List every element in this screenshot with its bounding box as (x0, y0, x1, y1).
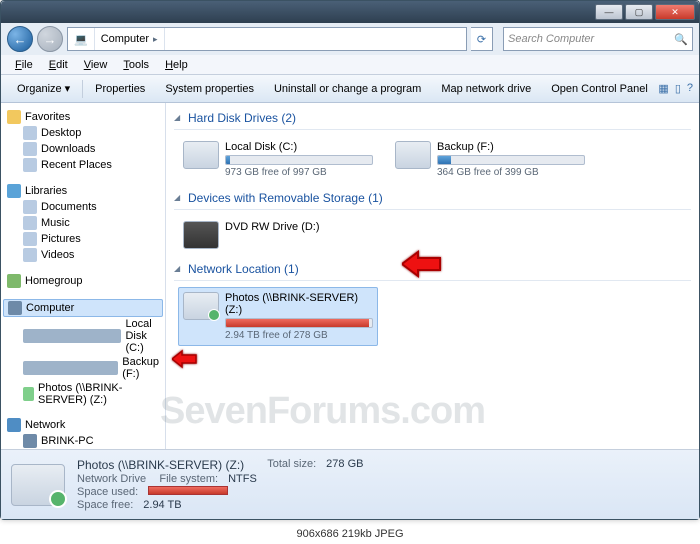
menu-edit[interactable]: Edit (41, 57, 76, 73)
music-icon (23, 216, 37, 230)
network-drive-icon (11, 464, 65, 506)
annotation-arrow (172, 349, 198, 372)
tree-pictures[interactable]: Pictures (3, 231, 163, 247)
back-button[interactable]: ← (7, 26, 33, 52)
tree-local-c[interactable]: Local Disk (C:) (3, 317, 163, 355)
pc-icon (23, 434, 37, 448)
refresh-button[interactable]: ⟳ (471, 27, 493, 51)
toolbar: Organize▾ Properties System properties U… (1, 75, 699, 103)
toolbar-system-properties[interactable]: System properties (155, 81, 264, 97)
view-mode-icon[interactable]: ▦ (658, 82, 668, 95)
space-used-bar (148, 486, 228, 495)
menu-tools[interactable]: Tools (115, 57, 157, 73)
tree-brink-pc[interactable]: BRINK-PC (3, 433, 163, 449)
nav-bar: ← → 💻 Computer ▸ ⟳ Search Computer 🔍 (1, 23, 699, 55)
toolbar-properties[interactable]: Properties (85, 81, 155, 97)
downloads-icon (23, 142, 37, 156)
recent-icon (23, 158, 37, 172)
titlebar: — ▢ ✕ (1, 1, 699, 23)
drive-icon (23, 329, 121, 343)
drive-photos-z[interactable]: Photos (\\BRINK-SERVER) (Z:) 2.94 TB fre… (178, 287, 378, 346)
computer-icon: 💻 (74, 33, 88, 46)
search-input[interactable]: Search Computer 🔍 (503, 27, 693, 51)
breadcrumb[interactable]: Computer (101, 33, 149, 45)
computer-group[interactable]: Computer (3, 299, 163, 317)
network-group[interactable]: Network (3, 417, 163, 433)
minimize-button[interactable]: — (595, 4, 623, 20)
help-icon[interactable]: ? (687, 82, 693, 95)
toolbar-map-drive[interactable]: Map network drive (431, 81, 541, 97)
toolbar-control-panel[interactable]: Open Control Panel (541, 81, 658, 97)
dvd-icon (183, 221, 219, 249)
nav-tree: Favorites Desktop Downloads Recent Place… (1, 103, 166, 449)
menu-bar: File Edit View Tools Help (1, 55, 699, 75)
hdd-heading[interactable]: Hard Disk Drives (2) (174, 109, 691, 130)
favorites-group[interactable]: Favorites (3, 109, 163, 125)
chevron-right-icon[interactable]: ▸ (153, 34, 158, 45)
homegroup-group[interactable]: Homegroup (3, 273, 163, 289)
preview-pane-icon[interactable]: ▯ (675, 82, 681, 95)
libraries-icon (7, 184, 21, 198)
computer-icon (8, 301, 22, 315)
annotation-arrow (402, 249, 442, 282)
drive-local-c[interactable]: Local Disk (C:) 973 GB free of 997 GB (178, 136, 378, 183)
tree-videos[interactable]: Videos (3, 247, 163, 263)
close-button[interactable]: ✕ (655, 4, 695, 20)
tree-backup-f[interactable]: Backup (F:) (3, 355, 163, 381)
organize-button[interactable]: Organize▾ (7, 80, 80, 97)
forward-button[interactable]: → (37, 26, 63, 52)
details-name: Photos (\\BRINK-SERVER) (Z:) (77, 458, 244, 472)
image-footer: 906x686 219kb JPEG (0, 524, 700, 544)
libraries-group[interactable]: Libraries (3, 183, 163, 199)
drive-dvd-d[interactable]: DVD RW Drive (D:) (178, 216, 378, 254)
search-placeholder: Search Computer (508, 33, 594, 45)
tree-recent[interactable]: Recent Places (3, 157, 163, 173)
tree-desktop[interactable]: Desktop (3, 125, 163, 141)
drive-backup-f[interactable]: Backup (F:) 364 GB free of 399 GB (390, 136, 590, 183)
tree-documents[interactable]: Documents (3, 199, 163, 215)
network-drive-icon (183, 292, 219, 320)
hdd-icon (395, 141, 431, 169)
removable-heading[interactable]: Devices with Removable Storage (1) (174, 189, 691, 210)
maximize-button[interactable]: ▢ (625, 4, 653, 20)
drive-icon (23, 361, 118, 375)
hdd-icon (183, 141, 219, 169)
videos-icon (23, 248, 37, 262)
desktop-icon (23, 126, 37, 140)
details-type: Network Drive (77, 473, 146, 485)
menu-help[interactable]: Help (157, 57, 196, 73)
menu-file[interactable]: File (7, 57, 41, 73)
homegroup-icon (7, 274, 21, 288)
star-icon (7, 110, 21, 124)
network-drive-icon (23, 387, 34, 401)
network-icon (7, 418, 21, 432)
menu-view[interactable]: View (76, 57, 116, 73)
pictures-icon (23, 232, 37, 246)
tree-music[interactable]: Music (3, 215, 163, 231)
tree-downloads[interactable]: Downloads (3, 141, 163, 157)
tree-photos-z[interactable]: Photos (\\BRINK-SERVER) (Z:) (3, 381, 163, 407)
details-pane: Photos (\\BRINK-SERVER) (Z:) Total size:… (1, 449, 699, 519)
search-icon: 🔍 (674, 33, 688, 46)
toolbar-uninstall[interactable]: Uninstall or change a program (264, 81, 431, 97)
documents-icon (23, 200, 37, 214)
address-bar[interactable]: 💻 Computer ▸ (67, 27, 467, 51)
